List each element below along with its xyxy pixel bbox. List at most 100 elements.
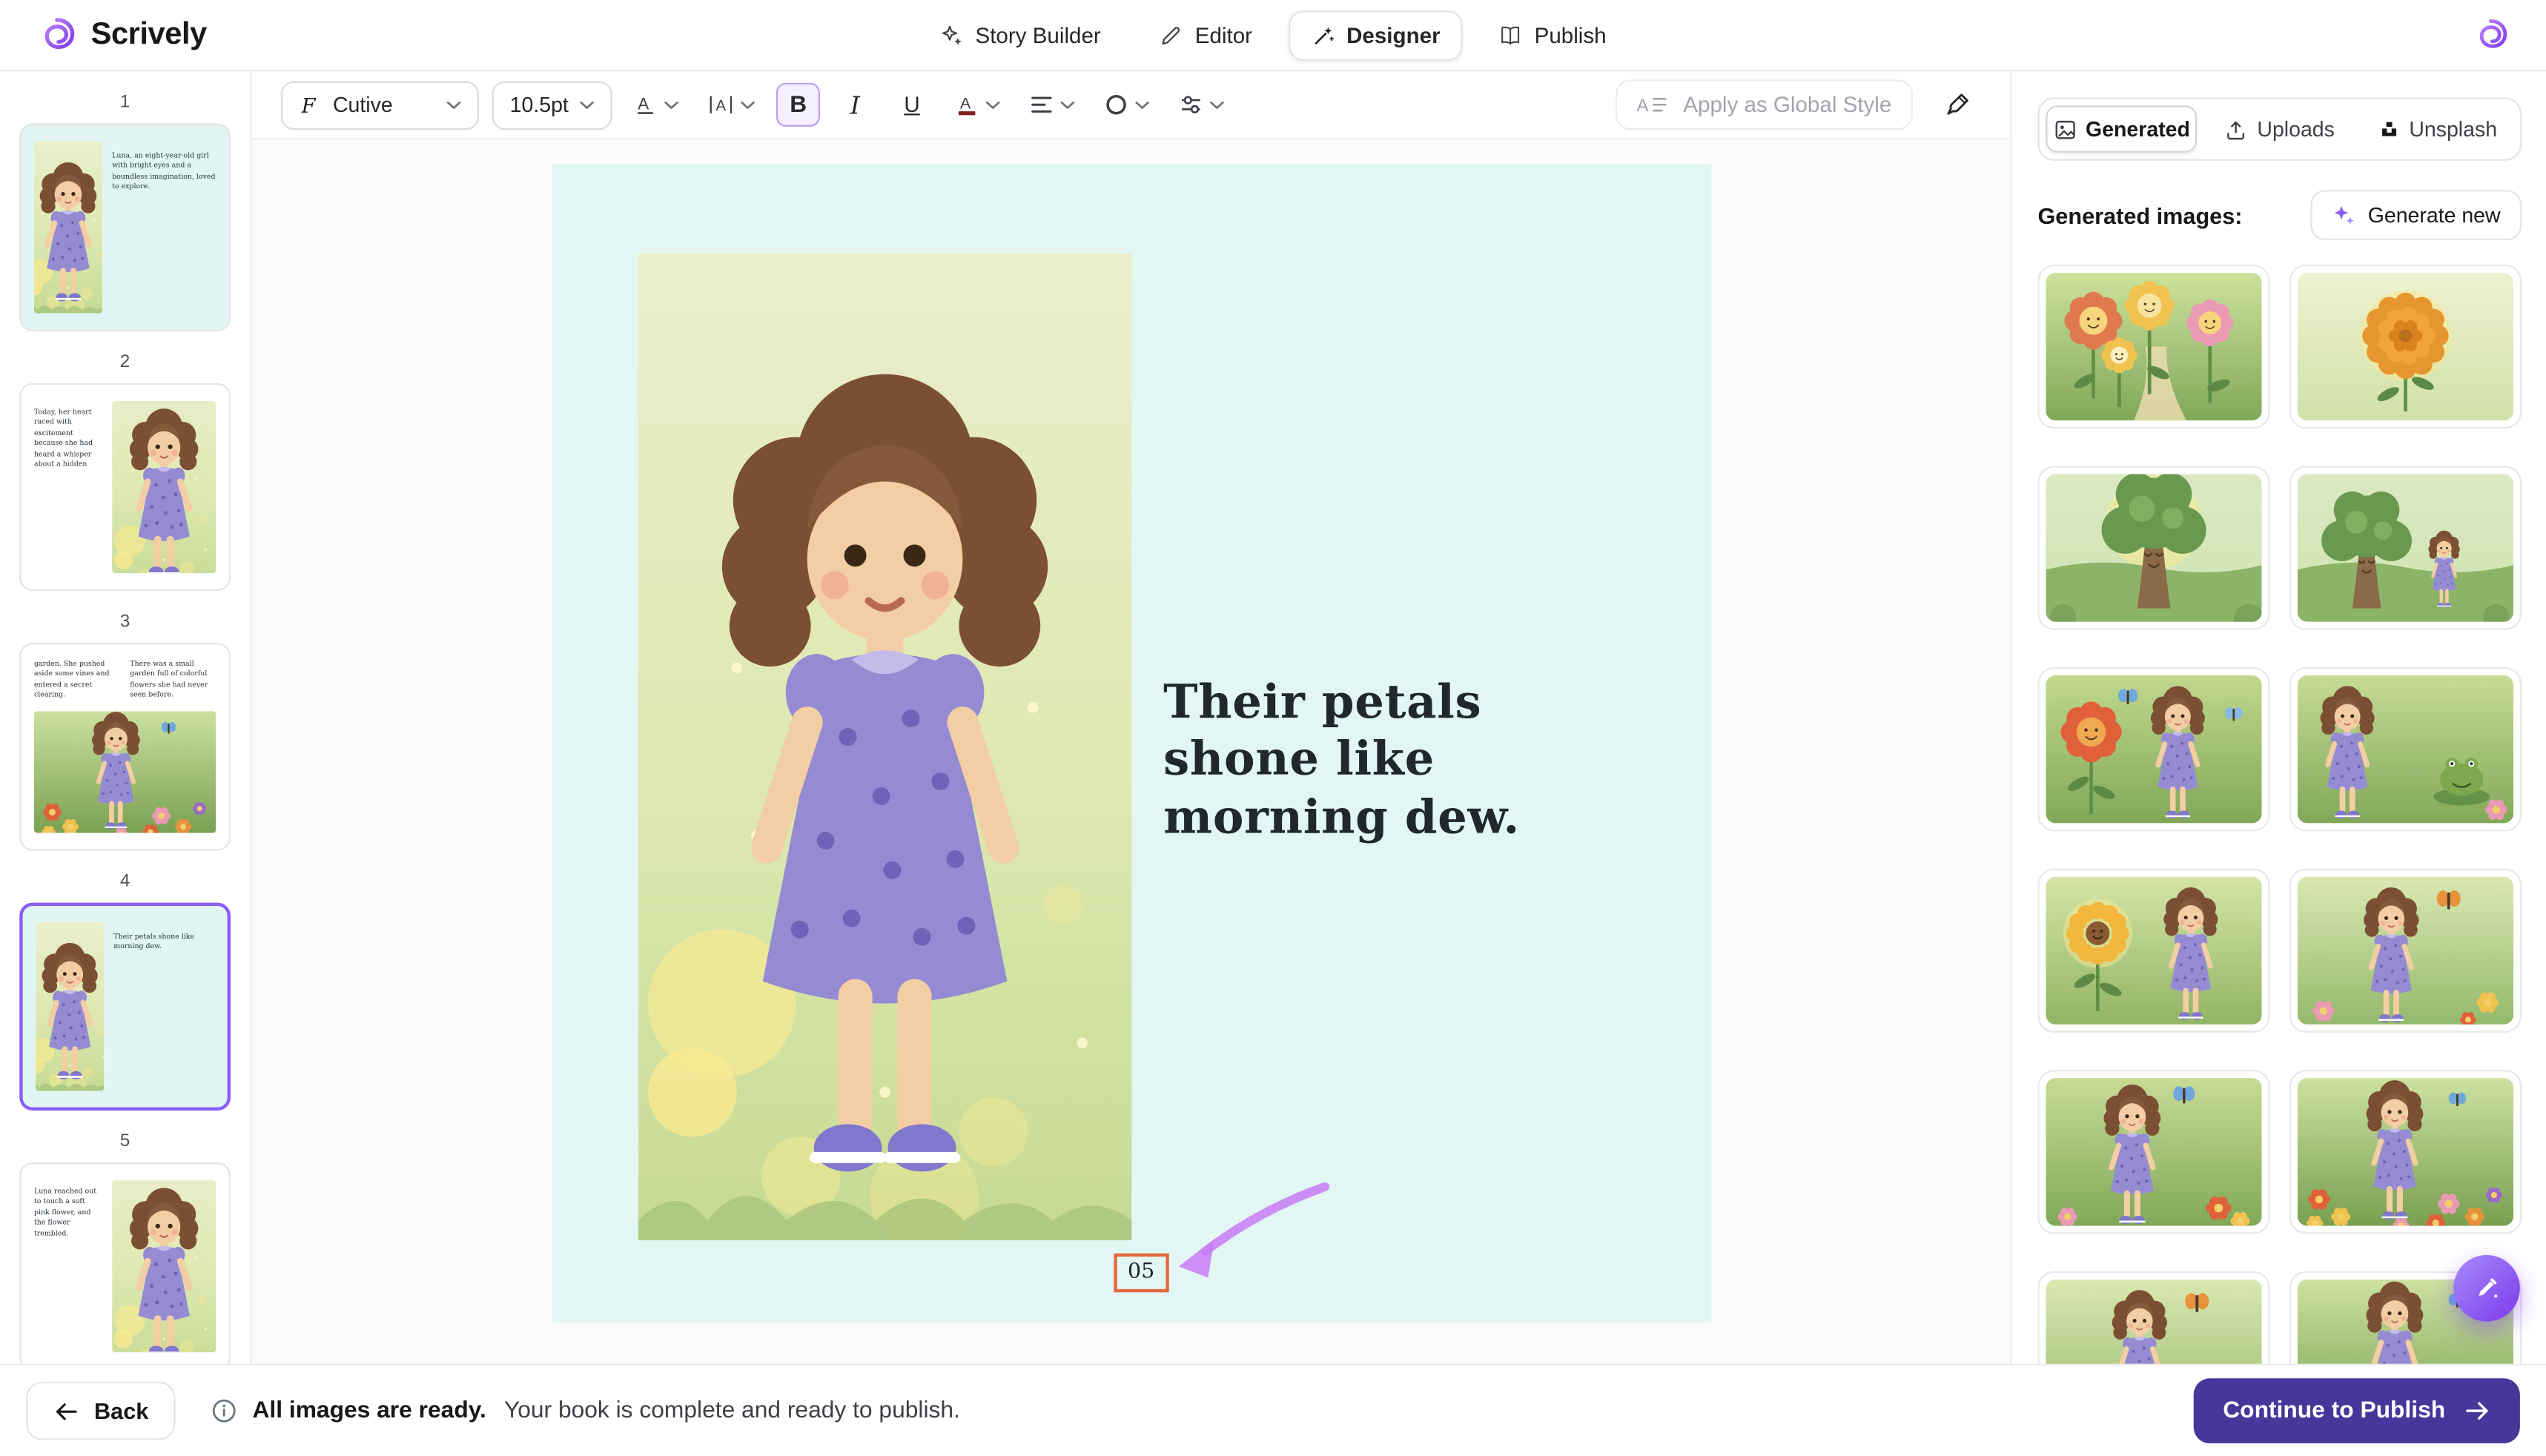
app-logo[interactable]: Scrively — [36, 14, 207, 56]
generated-image-thumbnail — [2046, 272, 2262, 421]
main-nav-tabs: Story Builder Editor Designer Publish — [917, 10, 1630, 61]
arrow-left-icon — [53, 1400, 79, 1421]
letter-spacing-dropdown[interactable]: A — [700, 86, 763, 123]
page-text[interactable]: Their petals shone like morning dew. — [1163, 674, 1637, 846]
text-toolbar: F Cutive 10.5pt A A B I U A A Apply as G… — [251, 71, 2011, 140]
status-message: All images are ready. Your book is compl… — [212, 1398, 960, 1424]
generated-image[interactable] — [2289, 667, 2522, 832]
page-thumbnail-columns: garden. She pushed aside some vines and … — [34, 661, 216, 702]
book-page[interactable]: Their petals shone like morning dew. 05 — [551, 164, 1711, 1323]
app-title: Scrively — [90, 16, 208, 51]
generated-image-thumbnail — [2297, 876, 2514, 1025]
page-thumbnail-5[interactable]: Luna reached out to touch a soft pink fl… — [19, 1162, 231, 1364]
generated-image[interactable] — [2037, 264, 2270, 429]
font-script-icon: F — [299, 93, 322, 116]
generated-image-thumbnail — [2046, 1078, 2262, 1226]
bottom-action-bar: Back All images are ready. Your book is … — [0, 1363, 2546, 1456]
style-brush-button[interactable] — [1932, 80, 1981, 129]
tab-editor[interactable]: Editor — [1137, 10, 1275, 60]
generated-image[interactable] — [2037, 868, 2270, 1033]
continue-to-publish-button[interactable]: Continue to Publish — [2193, 1378, 2520, 1443]
edit-fab-button[interactable] — [2453, 1254, 2520, 1322]
tab-uploads[interactable]: Uploads — [2204, 105, 2355, 153]
page-thumbnail-3[interactable]: garden. She pushed aside some vines and … — [19, 643, 231, 851]
generated-image[interactable] — [2289, 264, 2522, 429]
font-color-dropdown[interactable]: A — [947, 86, 1008, 123]
status-detail-text: Your book is complete and ready to publi… — [503, 1397, 960, 1424]
page-number-label: 5 — [119, 1131, 130, 1151]
svg-text:A: A — [638, 94, 650, 113]
chevron-down-icon — [446, 100, 461, 108]
generated-image-thumbnail — [2046, 474, 2262, 622]
tab-unsplash[interactable]: Unsplash — [2362, 105, 2513, 153]
text-underline-style-icon: A — [633, 93, 658, 117]
page-number-label: 2 — [119, 352, 130, 372]
page-thumb-group: 1 Luna, an eight-year-old girl with brig… — [0, 92, 250, 331]
page-thumbnail-illustration — [33, 141, 102, 314]
arrow-right-icon — [2463, 1400, 2490, 1423]
page-number-label: 1 — [119, 92, 130, 113]
book-icon — [1498, 23, 1523, 47]
image-source-tabs: Generated Uploads Unsplash — [2037, 97, 2522, 161]
tab-designer[interactable]: Designer — [1288, 10, 1464, 61]
page-thumbnail-4-selected[interactable]: Their petals shone like morning dew. — [19, 902, 231, 1111]
generated-image-thumbnail — [2046, 876, 2262, 1025]
text-align-dropdown[interactable] — [1022, 87, 1083, 122]
svg-text:A: A — [960, 93, 971, 112]
svg-text:A: A — [1636, 96, 1648, 115]
effects-dropdown[interactable] — [1171, 86, 1232, 123]
bold-button[interactable]: B — [776, 82, 821, 127]
global-style-icon: A — [1636, 94, 1669, 115]
paintbrush-icon — [1942, 91, 1970, 119]
generated-image[interactable] — [2037, 1070, 2270, 1234]
editor-column: F Cutive 10.5pt A A B I U A A Apply as G… — [251, 71, 2011, 1364]
chevron-down-icon — [986, 100, 1000, 108]
generated-image[interactable] — [2037, 667, 2270, 832]
generated-images-title: Generated images: — [2037, 202, 2243, 228]
generated-image-thumbnail — [2046, 675, 2262, 824]
tab-label: Generated — [2086, 116, 2190, 142]
page-number-label: 3 — [119, 612, 130, 632]
generated-image-thumbnail — [2297, 1078, 2514, 1226]
sliders-icon — [1179, 93, 1203, 117]
page-thumbnail-illustration — [33, 710, 216, 833]
tab-story-builder[interactable]: Story Builder — [917, 10, 1124, 60]
generated-image[interactable] — [2289, 868, 2522, 1033]
upload-icon — [2225, 118, 2248, 141]
tab-generated[interactable]: Generated — [2046, 105, 2198, 153]
letter-spacing-icon: A — [708, 93, 734, 117]
tab-publish[interactable]: Publish — [1476, 10, 1629, 60]
generated-image[interactable] — [2289, 1070, 2522, 1234]
generate-new-button[interactable]: Generate new — [2311, 190, 2522, 241]
back-button[interactable]: Back — [26, 1381, 176, 1440]
svg-text:F: F — [301, 94, 317, 116]
underline-button[interactable]: U — [890, 83, 933, 127]
generated-image[interactable] — [2037, 466, 2270, 630]
page-illustration[interactable] — [637, 253, 1131, 1241]
text-style-dropdown[interactable]: A — [625, 86, 687, 123]
page-thumbnail-2[interactable]: Today, her heart raced with excitement b… — [19, 383, 231, 592]
italic-button[interactable]: I — [833, 83, 877, 127]
page-thumbnail-1[interactable]: Luna, an eight-year-old girl with bright… — [19, 123, 231, 331]
page-thumbnail-text: There was a small garden full of colorfu… — [130, 661, 208, 701]
generated-image[interactable] — [2289, 466, 2522, 630]
page-thumbnail-text: Luna reached out to touch a soft pink fl… — [33, 1188, 97, 1239]
font-size-select[interactable]: 10.5pt — [492, 80, 612, 130]
brand-swirl-icon[interactable] — [2471, 16, 2510, 55]
font-family-value: Cutive — [332, 92, 393, 117]
continue-label: Continue to Publish — [2223, 1397, 2446, 1424]
sparkles-icon — [939, 23, 964, 47]
chevron-down-icon — [1135, 100, 1150, 108]
scrively-swirl-icon — [36, 14, 78, 56]
generated-image[interactable] — [2037, 1271, 2270, 1364]
apply-global-style-label: Apply as Global Style — [1683, 92, 1892, 117]
chevron-down-icon — [741, 100, 755, 108]
design-canvas: Their petals shone like morning dew. 05 — [251, 139, 2011, 1364]
stroke-color-dropdown[interactable] — [1097, 86, 1158, 123]
page-number-element[interactable]: 05 — [1113, 1253, 1169, 1293]
tab-label: Publish — [1534, 22, 1607, 47]
apply-global-style-button[interactable]: A Apply as Global Style — [1615, 79, 1913, 130]
font-family-select[interactable]: F Cutive — [280, 80, 480, 130]
unsplash-logo-icon — [2378, 119, 2399, 139]
generated-image-thumbnail — [2297, 272, 2514, 421]
